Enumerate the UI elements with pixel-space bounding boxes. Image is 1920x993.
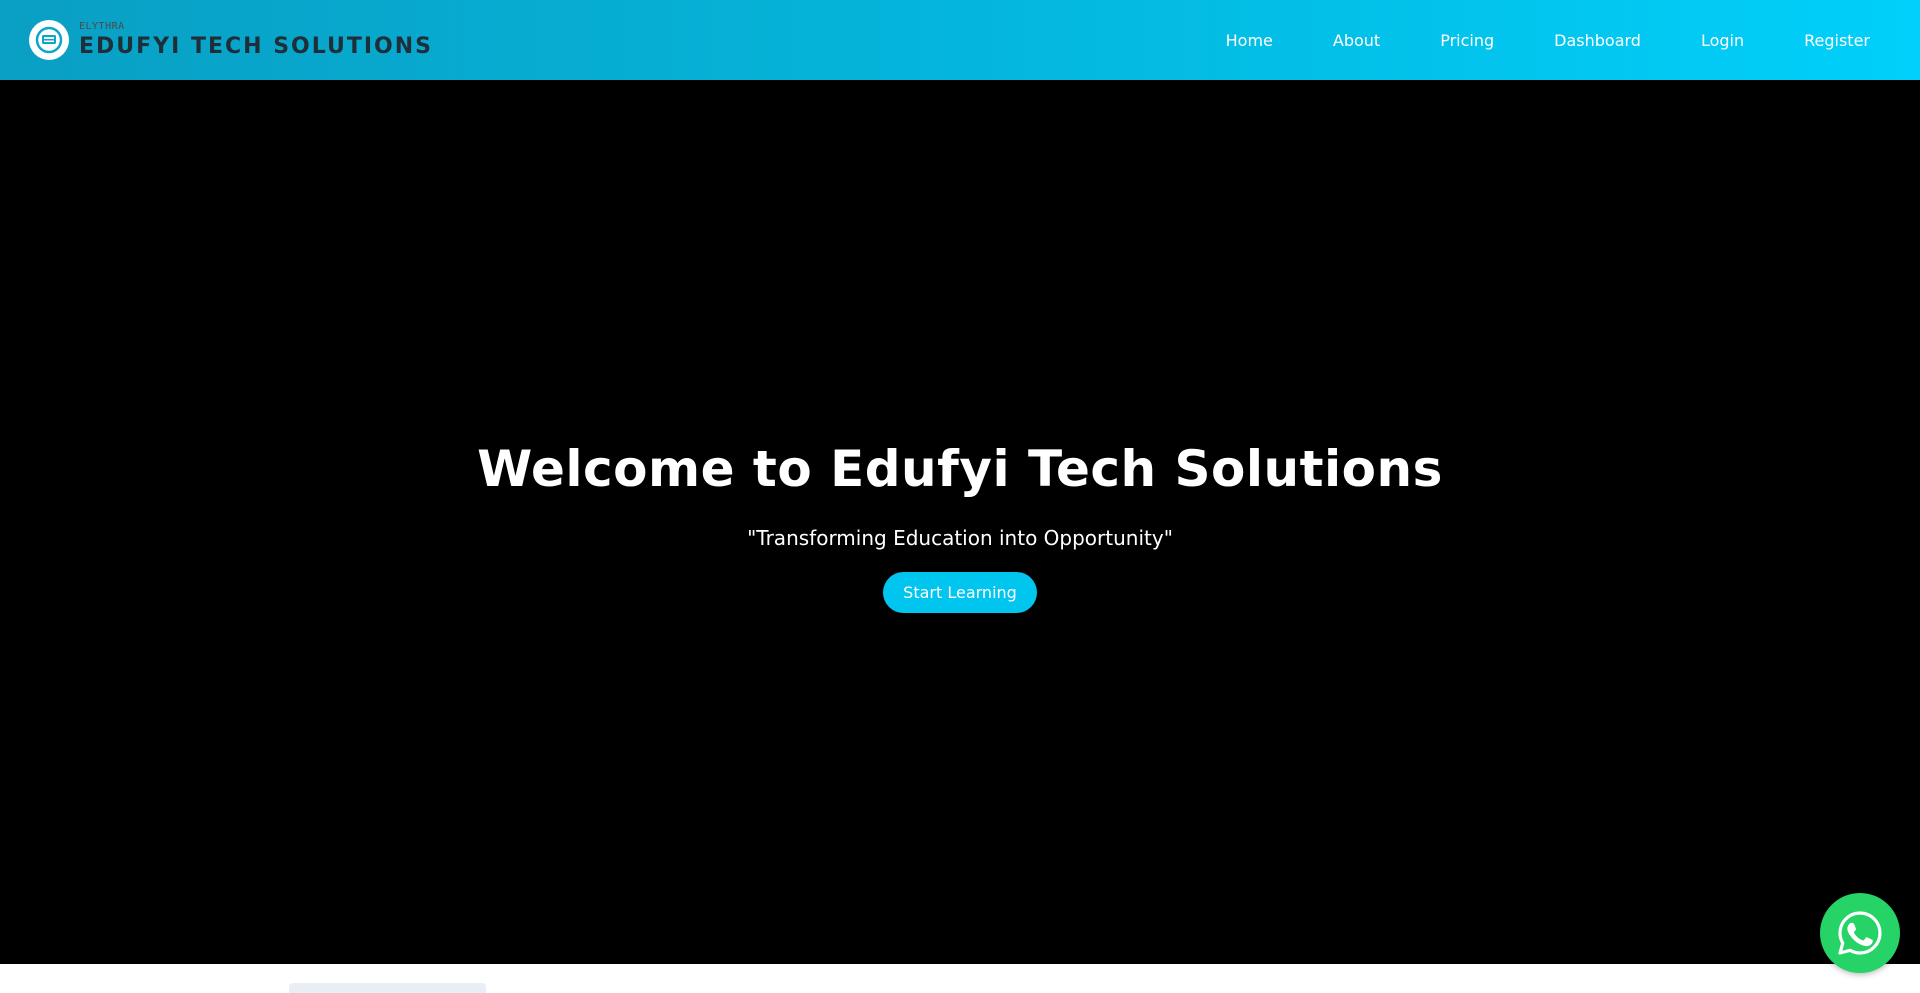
nav-links: Home About Pricing Dashboard Login Regis… xyxy=(1196,23,1870,58)
whatsapp-icon[interactable] xyxy=(1820,893,1900,973)
book-globe-icon[interactable] xyxy=(29,20,69,60)
content-card-edge xyxy=(289,983,486,993)
brand-text: ELYTHRA EDUFYI TECH SOLUTIONS xyxy=(79,22,433,58)
brand-tagline: ELYTHRA xyxy=(79,21,125,32)
nav-link-about[interactable]: About xyxy=(1303,23,1410,58)
nav-link-register[interactable]: Register xyxy=(1774,23,1870,58)
hero-section: Welcome to Edufyi Tech Solutions "Transf… xyxy=(0,80,1920,964)
hero-subtitle: "Transforming Education into Opportunity… xyxy=(747,526,1173,550)
navbar: ELYTHRA EDUFYI TECH SOLUTIONS Home About… xyxy=(0,0,1920,80)
nav-link-home[interactable]: Home xyxy=(1196,23,1303,58)
hero-content: Welcome to Edufyi Tech Solutions "Transf… xyxy=(0,440,1920,613)
nav-link-login[interactable]: Login xyxy=(1671,23,1774,58)
brand[interactable]: ELYTHRA EDUFYI TECH SOLUTIONS xyxy=(29,20,433,60)
start-learning-button[interactable]: Start Learning xyxy=(883,572,1037,613)
nav-link-pricing[interactable]: Pricing xyxy=(1410,23,1524,58)
brand-name[interactable]: EDUFYI TECH SOLUTIONS xyxy=(79,36,433,58)
hero-title: Welcome to Edufyi Tech Solutions xyxy=(477,440,1443,498)
nav-link-dashboard[interactable]: Dashboard xyxy=(1524,23,1671,58)
